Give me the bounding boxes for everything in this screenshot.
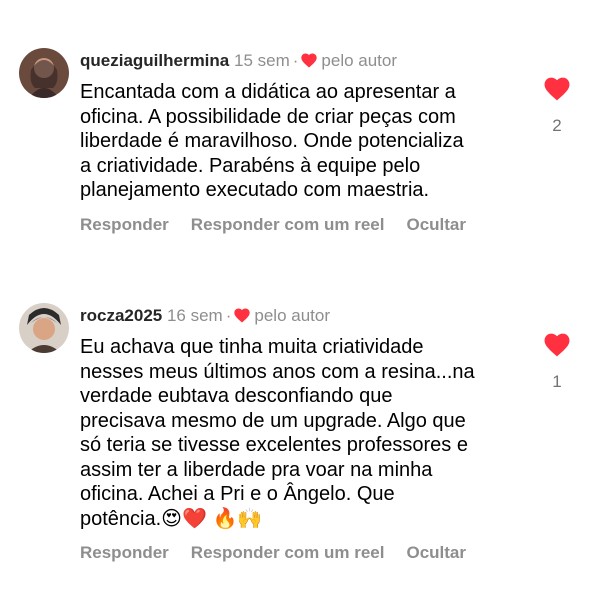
reply-button[interactable]: Responder [80, 543, 169, 562]
reply-with-reel-button[interactable]: Responder com um reel [191, 215, 385, 234]
timestamp: 15 sem [233, 51, 290, 70]
like-column: 2 [542, 77, 572, 136]
comment-actions: Responder Responder com um reel Ocultar [80, 543, 520, 563]
like-count: 2 [552, 116, 562, 135]
avatar[interactable] [19, 48, 69, 98]
comment-body: rocza2025 16 sem · pelo autor Eu achava qu… [80, 305, 520, 563]
like-count: 1 [552, 372, 562, 391]
comment-meta: rocza2025 16 sem · pelo autor [80, 305, 520, 329]
comment-text-body: Eu achava que tinha muita criatividade n… [80, 336, 475, 530]
heart-icon [301, 52, 318, 74]
comment-body: queziaguilhermina 15 sem · pelo autor Enca… [80, 50, 520, 235]
comment-actions: Responder Responder com um reel Ocultar [80, 215, 520, 235]
like-heart-icon[interactable] [542, 77, 572, 106]
author-liked-label: pelo autor [254, 306, 331, 325]
author-liked-label: pelo autor [321, 51, 398, 70]
heart-icon [234, 307, 251, 329]
username[interactable]: queziaguilhermina [80, 51, 229, 70]
separator-dot: · [225, 306, 232, 325]
timestamp: 16 sem [166, 306, 223, 325]
reply-button[interactable]: Responder [80, 215, 169, 234]
username[interactable]: rocza2025 [80, 306, 162, 325]
reply-with-reel-button[interactable]: Responder com um reel [191, 543, 385, 562]
comment-meta: queziaguilhermina 15 sem · pelo autor [80, 50, 520, 74]
avatar[interactable] [19, 303, 69, 353]
like-column: 1 [542, 333, 572, 392]
hide-button[interactable]: Ocultar [406, 543, 466, 562]
separator-dot: · [292, 51, 299, 70]
emoji-reactions: 😍❤️ 🔥🙌 [161, 507, 263, 530]
comment-text: Encantada com a didática ao apresentar a… [80, 81, 464, 201]
hide-button[interactable]: Ocultar [406, 215, 466, 234]
comment-text: Eu achava que tinha muita criatividade n… [80, 335, 520, 531]
like-heart-icon[interactable] [542, 333, 572, 362]
